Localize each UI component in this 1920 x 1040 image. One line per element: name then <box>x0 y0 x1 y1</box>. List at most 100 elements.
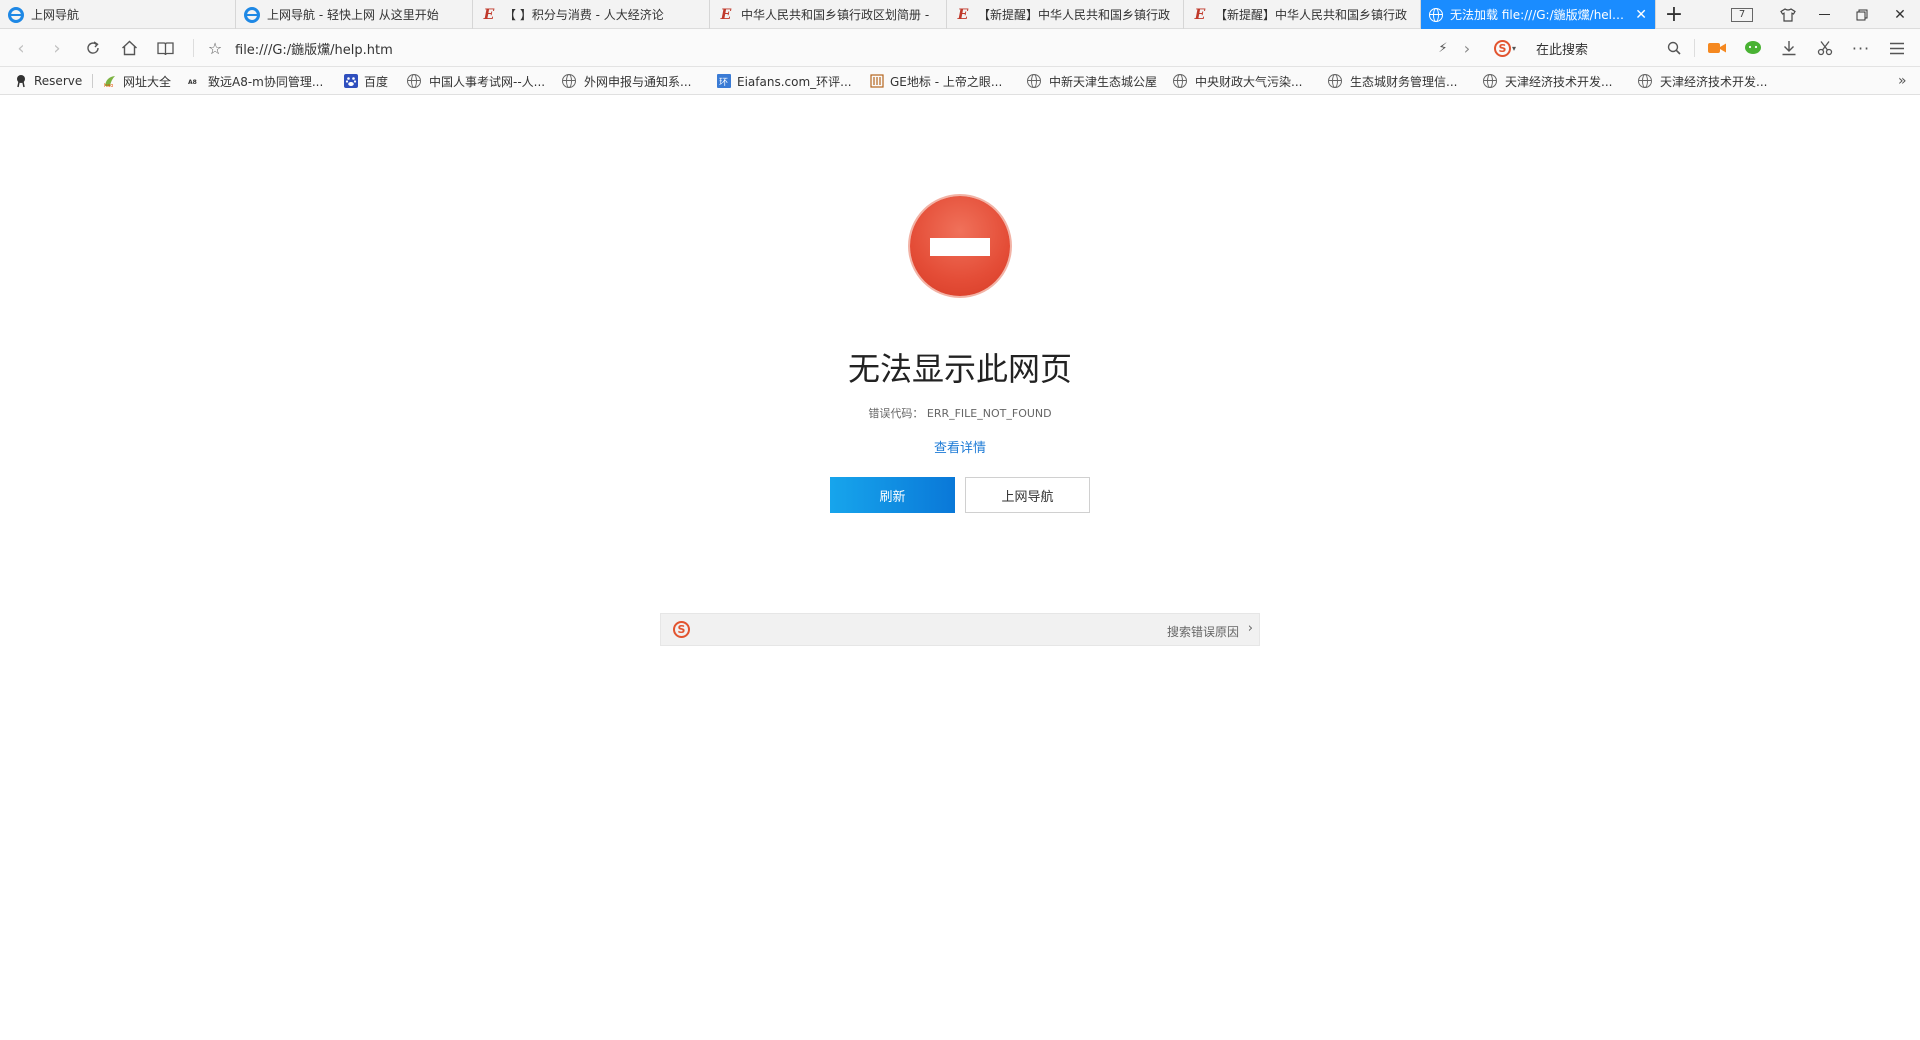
bookmark-air-pollution[interactable]: 中央财政大气污染... <box>1173 67 1302 95</box>
address-bar[interactable]: file:///G:/鍦版爣/help.htm <box>235 39 393 58</box>
view-details-link[interactable]: 查看详情 <box>0 437 1920 456</box>
tab-label: 【 】积分与消费 - 人大经济论 <box>504 8 664 22</box>
refresh-button[interactable]: 刷新 <box>830 477 955 513</box>
globe-icon <box>1638 74 1652 88</box>
bookmark-label: GE地标 - 上帝之眼... <box>890 74 1003 89</box>
bookmark-label: 中央财政大气污染... <box>1195 74 1303 89</box>
navigation-home-button[interactable]: 上网导航 <box>965 477 1090 513</box>
e-icon: E <box>1194 6 1206 23</box>
tab-count-button[interactable]: 7 <box>1724 0 1760 29</box>
tab-label: 上网导航 - 轻快上网 从这里开始 <box>267 8 439 22</box>
close-icon[interactable]: ✕ <box>1635 7 1647 23</box>
wechat-button[interactable] <box>1738 33 1768 63</box>
search-error-reason-label: 搜索错误原因 <box>1166 625 1239 639</box>
double-chevron-right-icon: » <box>1898 73 1907 89</box>
shirt-icon <box>1780 7 1796 22</box>
tab-label: 上网导航 <box>31 8 80 22</box>
close-icon: ✕ <box>1894 6 1906 23</box>
sogou-icon[interactable]: S <box>1494 39 1511 57</box>
bookmark-eiafans[interactable]: 环 Eiafans.com_环评... <box>717 67 852 95</box>
bookmark-hao-daquan[interactable]: hao 网址大全 <box>103 67 171 95</box>
chevron-right-icon: › <box>1463 38 1471 58</box>
error-stop-icon <box>910 196 1010 296</box>
seeyon-icon: A8 <box>188 79 197 86</box>
video-button[interactable] <box>1702 33 1732 63</box>
bookmark-label: 中国人事考试网--人... <box>429 74 546 89</box>
search-error-reason-bar[interactable]: S 搜索错误原因 › <box>660 613 1260 646</box>
bookmark-cpta[interactable]: 中国人事考试网--人... <box>407 67 545 95</box>
tab-shangwang-daohang[interactable]: 上网导航 <box>0 0 236 29</box>
divider <box>1694 39 1695 57</box>
tab-navigation-start[interactable]: 上网导航 - 轻快上网 从这里开始 <box>236 0 473 29</box>
e-icon: E <box>720 6 732 23</box>
bookmark-waiwang[interactable]: 外网申报与通知系... <box>562 67 691 95</box>
bookmark-seeyon[interactable]: A8 致远A8-m协同管理... <box>188 67 323 95</box>
bookmark-label: Reserve <box>34 74 83 88</box>
reload-icon <box>87 41 99 54</box>
ie-icon <box>244 6 260 23</box>
search-submit-button[interactable] <box>1659 33 1689 63</box>
address-expand-button[interactable]: › <box>1452 33 1482 63</box>
ge-icon <box>870 74 884 88</box>
minimize-icon <box>1818 14 1830 15</box>
shirt-skin-button[interactable] <box>1770 0 1806 29</box>
bookmark-reserve[interactable]: Reserve <box>14 67 82 95</box>
hamburger-icon <box>1890 42 1904 54</box>
globe-icon <box>562 74 576 88</box>
tab-label: 中华人民共和国乡镇行政区划简册 - <box>741 8 930 22</box>
tab-new-reminder-1[interactable]: E 【新提醒】中华人民共和国乡镇行政 <box>947 0 1184 29</box>
chevron-left-icon: ‹ <box>17 37 25 59</box>
e-icon: E <box>957 6 969 23</box>
bookmark-ecocity-finance[interactable]: 生态城财务管理信... <box>1328 67 1457 95</box>
globe-icon <box>1027 74 1041 88</box>
globe-icon <box>407 74 421 88</box>
restore-button[interactable] <box>1844 0 1880 29</box>
bookmark-label: 百度 <box>364 74 389 89</box>
tab-label: 【新提醒】中华人民共和国乡镇行政 <box>1215 8 1408 22</box>
home-button[interactable] <box>114 33 144 63</box>
bookmark-teda-2[interactable]: 天津经济技术开发... <box>1638 67 1767 95</box>
tab-xiangzhen-jiance[interactable]: E 中华人民共和国乡镇行政区划简册 - <box>710 0 947 29</box>
favorite-button[interactable]: ☆ <box>200 33 230 63</box>
bookmark-label: 生态城财务管理信... <box>1350 74 1458 89</box>
chevron-right-icon: › <box>1247 621 1253 636</box>
ie-icon <box>8 6 24 23</box>
svg-text:hao: hao <box>104 83 113 88</box>
bookmark-label: Eiafans.com_环评... <box>737 74 852 89</box>
bookmark-label: 中新天津生态城公屋 <box>1049 74 1158 89</box>
minimize-button[interactable] <box>1806 0 1842 29</box>
bookmarks-overflow-button[interactable]: » <box>1898 67 1907 95</box>
screenshot-button[interactable] <box>1810 33 1840 63</box>
tab-label: 无法加载 file:///G:/鍦版爣/help.ht <box>1450 8 1630 22</box>
more-button[interactable]: ··· <box>1846 33 1876 63</box>
star-icon: ☆ <box>207 38 223 58</box>
new-tab-button[interactable]: + <box>1656 0 1692 29</box>
search-icon <box>1667 41 1681 55</box>
bookmark-baidu[interactable]: 百度 <box>344 67 388 95</box>
bookmark-teda-1[interactable]: 天津经济技术开发... <box>1483 67 1612 95</box>
error-code: 错误代码： ERR_FILE_NOT_FOUND <box>868 407 1052 420</box>
back-button[interactable]: ‹ <box>6 33 36 63</box>
bookmark-ecocity-housing[interactable]: 中新天津生态城公屋 <box>1027 67 1157 95</box>
e-icon: E <box>483 6 495 23</box>
tab-new-reminder-2[interactable]: E 【新提醒】中华人民共和国乡镇行政 <box>1184 0 1421 29</box>
search-input[interactable]: 在此搜索 <box>1536 39 1588 58</box>
chevron-down-icon[interactable]: ▾ <box>1512 44 1516 53</box>
eiafans-icon: 环 <box>717 74 731 88</box>
bookmark-label: 致远A8-m协同管理... <box>208 74 324 89</box>
tab-load-failed-active[interactable]: 无法加载 file:///G:/鍦版爣/help.ht ✕ <box>1421 0 1656 29</box>
wechat-icon <box>1745 41 1761 54</box>
menu-button[interactable] <box>1882 33 1912 63</box>
reading-mode-button[interactable] <box>150 33 180 63</box>
tab-pinggu-forum[interactable]: E 【 】积分与消费 - 人大经济论 <box>473 0 710 29</box>
forward-button[interactable]: › <box>42 33 72 63</box>
bookmark-ge[interactable]: GE地标 - 上帝之眼... <box>870 67 1002 95</box>
close-window-button[interactable]: ✕ <box>1882 0 1918 29</box>
tab-label: 【新提醒】中华人民共和国乡镇行政 <box>978 8 1171 22</box>
reload-button[interactable] <box>78 33 108 63</box>
chevron-right-icon: › <box>53 37 61 59</box>
globe-icon <box>1429 7 1443 22</box>
download-button[interactable] <box>1774 33 1804 63</box>
globe-icon <box>1483 74 1497 88</box>
page-title: 无法显示此网页 <box>847 350 1072 388</box>
